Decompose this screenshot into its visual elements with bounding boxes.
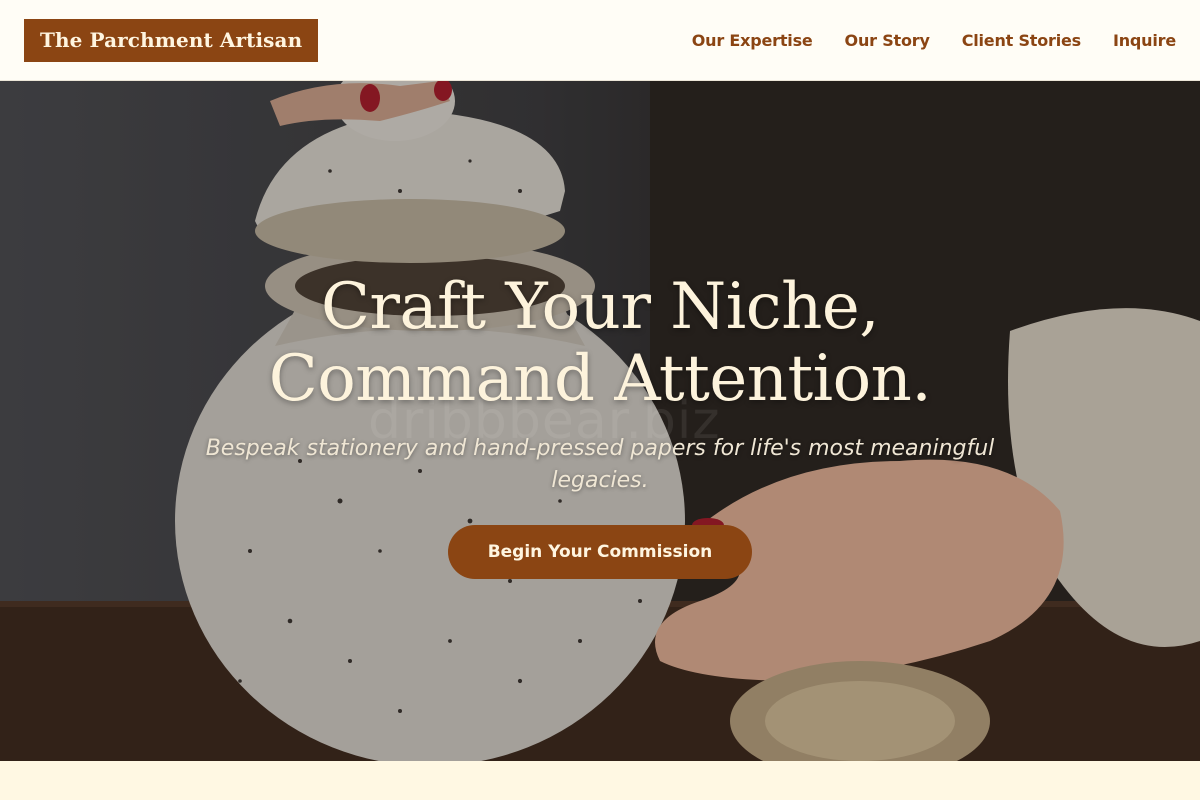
hero-subtitle: Bespeak stationery and hand-pressed pape… xyxy=(205,436,995,493)
hero-section: dribbbear.biz Craft Your Niche, Command … xyxy=(0,81,1200,761)
nav-link-inquire[interactable]: Inquire xyxy=(1113,31,1176,50)
site-header: The Parchment Artisan Our Expertise Our … xyxy=(0,0,1200,81)
hero-headline: Craft Your Niche, Command Attention. xyxy=(0,271,1200,415)
main-nav: Our Expertise Our Story Client Stories I… xyxy=(692,31,1176,50)
nav-link-our-expertise[interactable]: Our Expertise xyxy=(692,31,813,50)
begin-commission-button[interactable]: Begin Your Commission xyxy=(447,525,753,579)
brand-logo[interactable]: The Parchment Artisan xyxy=(24,18,319,62)
headline-line-2: Command Attention. xyxy=(268,342,932,416)
nav-link-client-stories[interactable]: Client Stories xyxy=(962,31,1081,50)
headline-line-1: Craft Your Niche, xyxy=(320,270,880,344)
nav-link-our-story[interactable]: Our Story xyxy=(845,31,930,50)
hero-content: Craft Your Niche, Command Attention. Bes… xyxy=(0,271,1200,579)
